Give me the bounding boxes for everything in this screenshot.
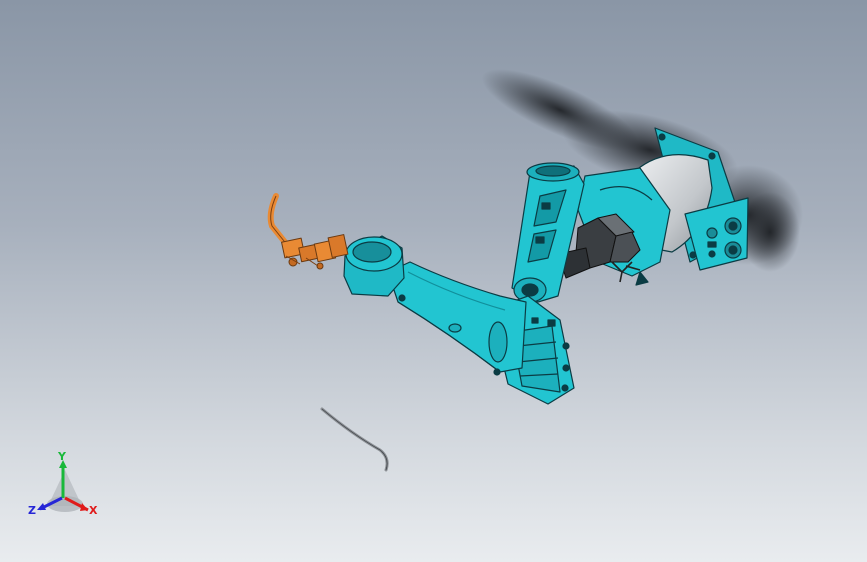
wrist-joint[interactable]: [343, 235, 405, 297]
orientation-triad[interactable]: Y X Z: [22, 448, 108, 528]
robot-arm-model[interactable]: [0, 0, 867, 562]
welding-torch[interactable]: [267, 193, 349, 270]
z-axis-label: Z: [28, 504, 36, 517]
x-axis-label: X: [89, 504, 98, 517]
graphics-viewport[interactable]: Y X Z: [0, 0, 867, 562]
upper-arm-link[interactable]: [511, 162, 585, 303]
forearm-link[interactable]: [387, 261, 527, 376]
cable-part[interactable]: [320, 407, 389, 472]
y-axis-label: Y: [58, 450, 66, 463]
